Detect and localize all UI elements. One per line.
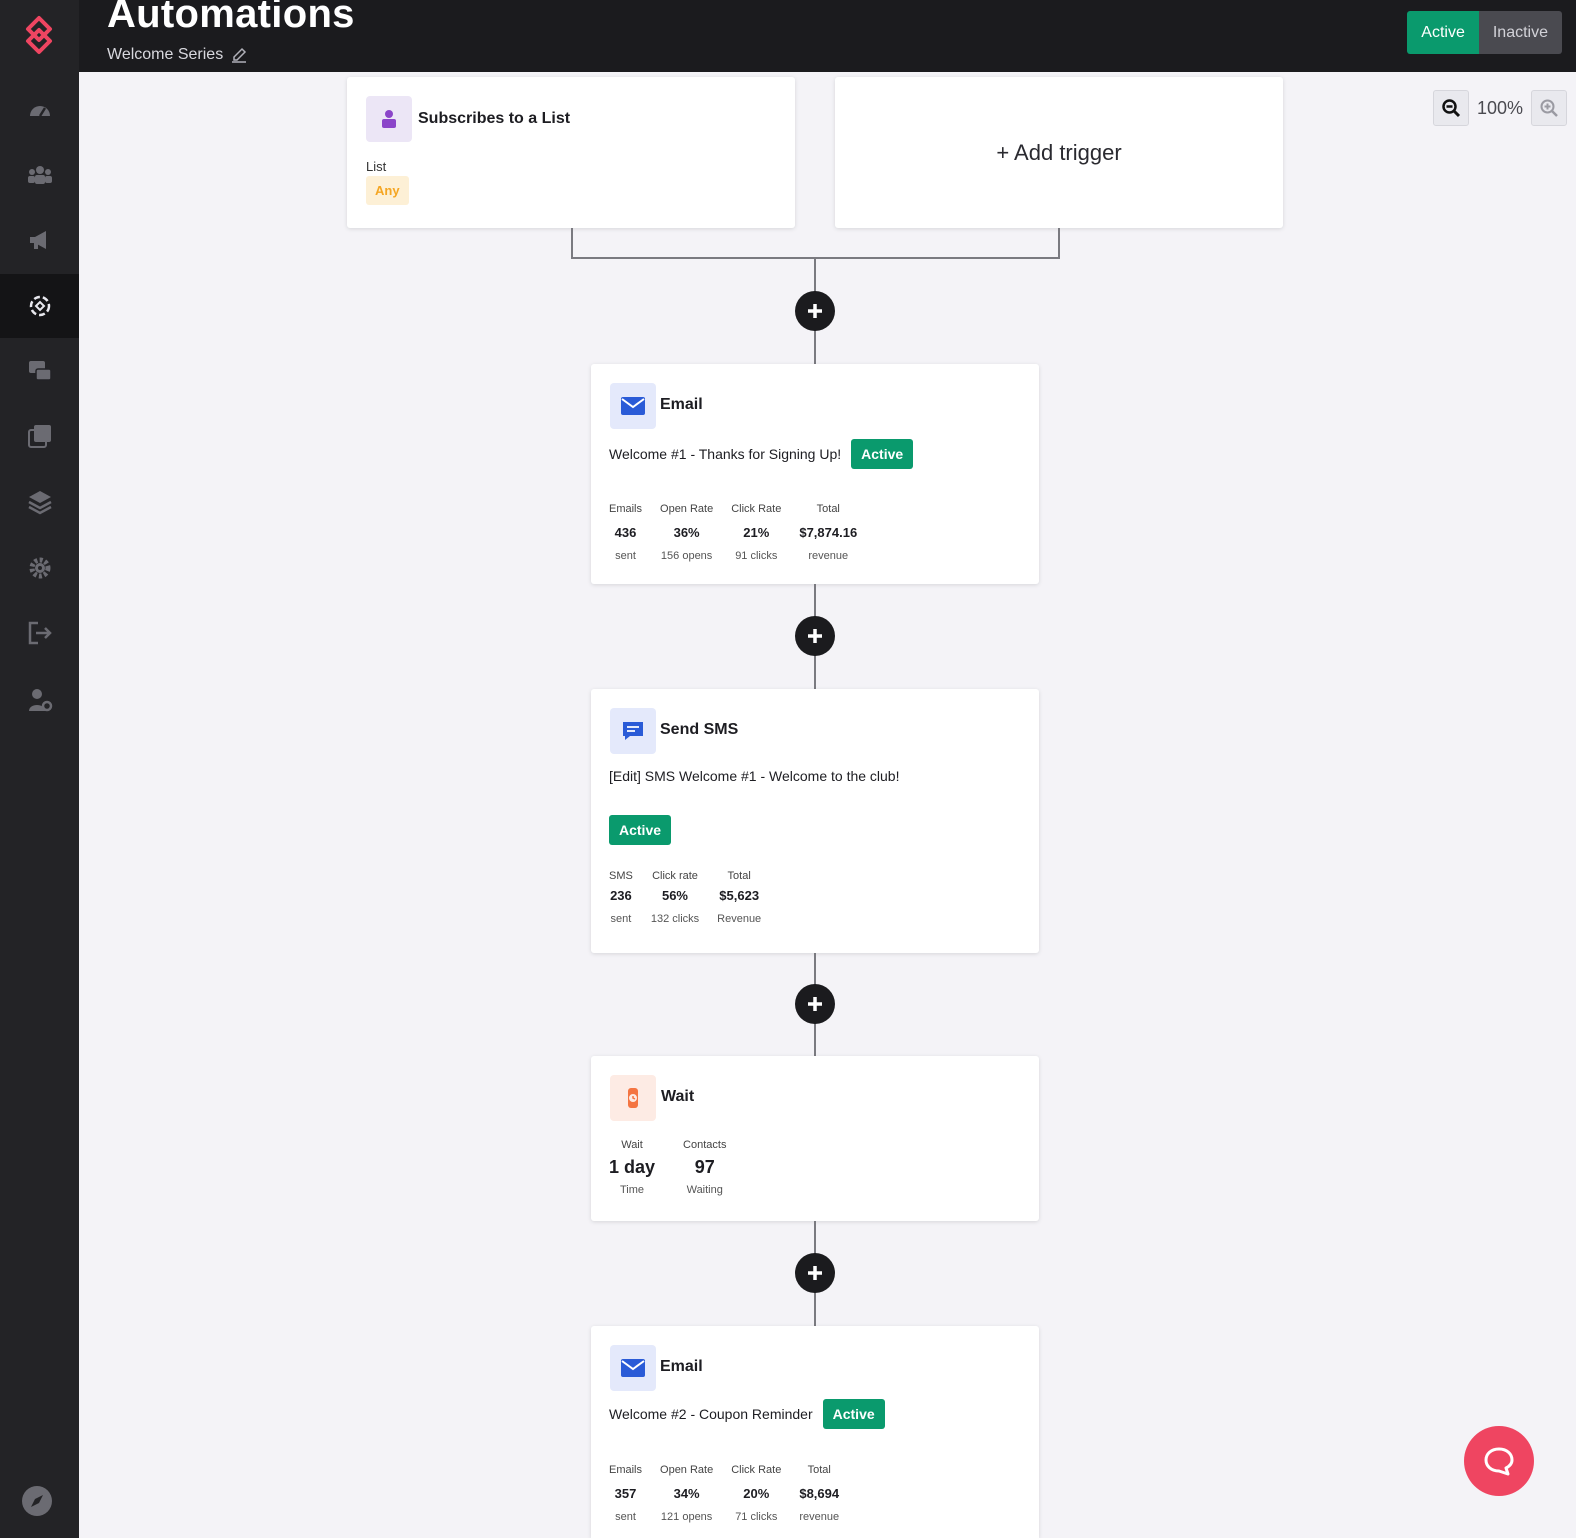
status-toggle: Active Inactive — [1407, 11, 1562, 54]
nav-campaigns[interactable] — [0, 208, 79, 272]
zoom-in-icon — [1540, 99, 1558, 117]
stat-total-revenue: Total $5,623 Revenue — [717, 870, 762, 925]
nav-contacts[interactable] — [0, 143, 79, 207]
stat-open-rate: Open Rate 34% 121 opens — [660, 1464, 714, 1523]
step-card-wait[interactable]: Wait Wait 1 day Time Contacts 97 Waiting — [591, 1056, 1039, 1221]
add-step-button[interactable] — [795, 984, 835, 1024]
zoom-controls: 100% — [1433, 90, 1568, 126]
automation-name: Welcome Series — [107, 46, 247, 64]
stat-contacts-waiting: Contacts 97 Waiting — [683, 1139, 727, 1196]
step-message-name: Welcome #1 - Thanks for Signing Up! — [609, 446, 842, 462]
step-stats: Wait 1 day Time Contacts 97 Waiting — [609, 1139, 726, 1196]
stat-sms: SMS 236 sent — [609, 870, 633, 925]
settings-gear-icon — [29, 557, 50, 579]
step-card-sms[interactable]: Send SMS [Edit] SMS Welcome #1 - Welcome… — [591, 689, 1039, 953]
nav-automations[interactable] — [0, 274, 79, 338]
zoom-in-button[interactable] — [1531, 90, 1568, 126]
plus-icon — [808, 1266, 822, 1280]
step-title: Email — [660, 1358, 703, 1375]
image-gallery-icon — [27, 425, 51, 448]
step-message: Welcome #2 - Coupon Reminder Active — [609, 1399, 885, 1429]
plus-icon — [808, 304, 822, 318]
edit-pencil-icon[interactable] — [231, 47, 247, 63]
chat-bubble-icon — [1484, 1447, 1514, 1476]
automation-name-text: Welcome Series — [107, 46, 224, 63]
trigger-field-label: List — [366, 159, 387, 174]
status-badge: Active — [851, 439, 914, 469]
trigger-card-subscribes[interactable]: Subscribes to a List List Any — [347, 77, 795, 228]
stat-emails: Emails 436 sent — [609, 503, 643, 562]
automation-gear-icon — [29, 295, 50, 317]
plus-icon — [808, 997, 822, 1011]
toggle-active-button[interactable]: Active — [1407, 11, 1479, 54]
stat-wait-time: Wait 1 day Time — [609, 1139, 656, 1196]
envelope-icon — [621, 397, 645, 415]
step-card-email-1[interactable]: Email Welcome #1 - Thanks for Signing Up… — [591, 364, 1039, 584]
chat-bubbles-icon — [28, 361, 52, 381]
plus-icon — [808, 629, 822, 643]
compass-icon[interactable] — [20, 1484, 54, 1518]
megaphone-icon — [29, 231, 46, 249]
stat-click-rate: Click Rate 21% 91 clicks — [731, 503, 782, 562]
toggle-inactive-button[interactable]: Inactive — [1478, 11, 1562, 54]
add-trigger-card[interactable]: + Add trigger — [835, 77, 1283, 228]
stat-click-rate: Click rate 56% 132 clicks — [650, 870, 700, 925]
step-title: Send SMS — [660, 721, 739, 738]
zoom-out-icon — [1442, 99, 1461, 118]
people-group-icon — [27, 166, 52, 184]
add-step-button[interactable] — [795, 1253, 835, 1293]
email-icon-box — [610, 1345, 656, 1391]
envelope-icon — [621, 1359, 645, 1377]
wait-icon-box — [610, 1075, 656, 1121]
nav-account[interactable] — [0, 668, 79, 732]
dashboard-gauge-icon — [29, 106, 50, 117]
add-trigger-label: + Add trigger — [996, 139, 1122, 165]
connector-line — [571, 228, 573, 259]
nav-dashboard[interactable] — [0, 78, 79, 142]
logout-arrow-icon — [28, 621, 52, 645]
layers-stack-icon — [27, 491, 52, 515]
step-card-email-2[interactable]: Email Welcome #2 - Coupon Reminder Activ… — [591, 1326, 1039, 1538]
stat-open-rate: Open Rate 36% 156 opens — [660, 503, 714, 562]
sms-icon-box — [610, 708, 656, 754]
step-status: Active — [609, 815, 672, 845]
zoom-out-button[interactable] — [1433, 90, 1469, 126]
user-settings-icon — [28, 689, 52, 712]
top-header: Automations Welcome Series Active Inacti… — [79, 0, 1576, 72]
step-stats: Emails 436 sent Open Rate 36% 156 opens Clic… — [609, 503, 857, 562]
step-title: Email — [660, 396, 703, 413]
nav-settings[interactable] — [0, 536, 79, 600]
zoom-level: 100% — [1477, 97, 1524, 118]
sms-message-icon — [623, 722, 643, 740]
help-chat-button[interactable] — [1464, 1426, 1534, 1496]
nav-conversations[interactable] — [0, 339, 79, 403]
email-icon-box — [610, 383, 656, 429]
stat-click-rate: Click Rate 20% 71 clicks — [731, 1464, 782, 1523]
page-title: Automations — [107, 0, 355, 36]
stopwatch-icon — [628, 1088, 638, 1108]
step-message-name: [Edit] SMS Welcome #1 - Welcome to the c… — [609, 768, 900, 784]
nav-templates[interactable] — [0, 470, 79, 534]
step-title: Wait — [661, 1088, 695, 1105]
stat-emails: Emails 357 sent — [609, 1464, 643, 1523]
stat-total-revenue: Total $8,694 revenue — [799, 1464, 840, 1523]
add-step-button[interactable] — [795, 291, 835, 331]
brand-logo-icon[interactable] — [18, 14, 60, 56]
user-list-icon — [382, 110, 396, 128]
stat-total-revenue: Total $7,874.16 revenue — [799, 503, 858, 562]
status-badge: Active — [609, 815, 672, 845]
trigger-icon-box — [366, 96, 412, 142]
step-message: Welcome #1 - Thanks for Signing Up! Acti… — [609, 439, 914, 469]
trigger-title: Subscribes to a List — [418, 110, 571, 127]
connector-line — [1058, 228, 1060, 259]
nav-logout[interactable] — [0, 601, 79, 665]
sidebar — [0, 0, 79, 1538]
trigger-field-value: Any — [366, 176, 409, 205]
step-stats: Emails 357 sent Open Rate 34% 121 opens Clic… — [609, 1464, 839, 1523]
step-stats: SMS 236 sent Click rate 56% 132 clicks Total… — [609, 870, 761, 925]
step-message-name: Welcome #2 - Coupon Reminder — [609, 1406, 813, 1422]
nav-media[interactable] — [0, 404, 79, 468]
add-step-button[interactable] — [795, 616, 835, 656]
status-badge: Active — [822, 1399, 885, 1429]
